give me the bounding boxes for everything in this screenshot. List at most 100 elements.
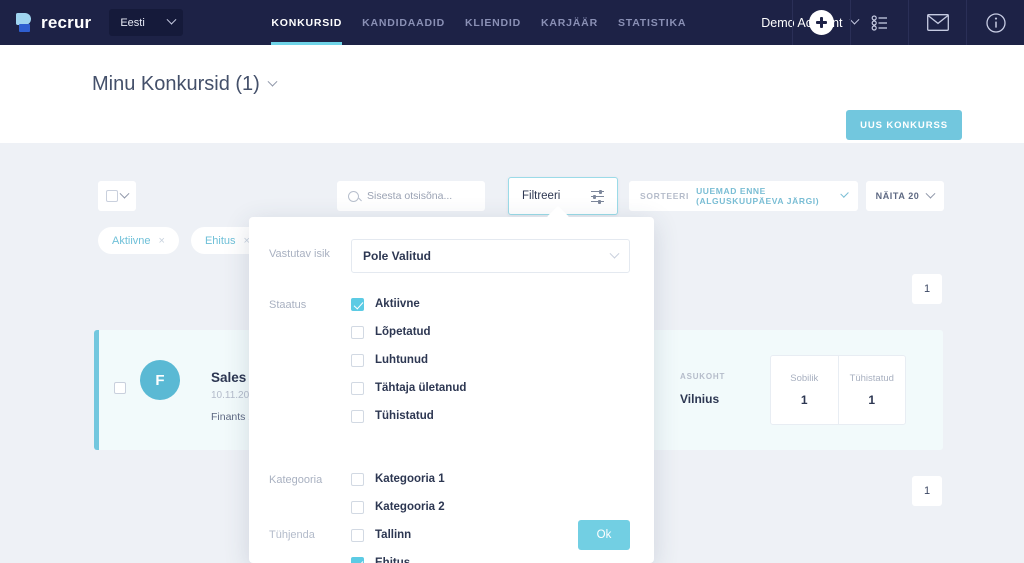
nav-link-karjaar[interactable]: KARJÄÄR (541, 0, 598, 45)
filter-tag-label: Aktiivne (112, 234, 151, 247)
filter-modal: Vastutav isik Pole Valitud Staatus Aktii… (249, 217, 654, 563)
checkbox-icon[interactable] (351, 556, 364, 563)
messages-button[interactable] (908, 0, 966, 45)
sliders-icon (591, 189, 604, 204)
responsible-person-label: Vastutav isik (269, 248, 330, 260)
checkbox-icon[interactable] (351, 353, 364, 367)
stat-label: Tühistatud (849, 373, 894, 384)
checkbox-item-ehitus[interactable]: Ehitus (351, 549, 496, 563)
checkbox-label: Tühistatud (375, 410, 434, 422)
filter-button[interactable]: Filtreeri (508, 177, 618, 215)
checkbox-label: Kategooria 2 (375, 501, 445, 513)
nav-link-konkursid[interactable]: KONKURSID (271, 0, 342, 45)
info-button[interactable] (966, 0, 1024, 45)
stat-value: 1 (868, 393, 876, 407)
new-competition-button[interactable]: UUS KONKURSS (846, 110, 962, 140)
modal-footer: Tühjenda Ok (269, 520, 630, 550)
tasks-button[interactable] (850, 0, 908, 45)
language-selector[interactable]: Eesti (109, 9, 184, 36)
checkbox-item-luhtunud[interactable]: Luhtunud (351, 346, 496, 374)
list-toolbar: Filtreeri SORTEERI UUEMAD ENNE (ALGUSKUU… (0, 177, 1024, 215)
sort-dropdown[interactable]: SORTEERI UUEMAD ENNE (ALGUSKUUPÄEVA JÄRG… (629, 181, 858, 211)
category-label: Kategooria (269, 474, 323, 486)
avatar: F (140, 360, 180, 400)
topnav-icon-group (792, 0, 1024, 45)
stat-value: 1 (800, 393, 808, 407)
stat-label: Sobilik (790, 373, 819, 384)
job-stat-tuhistatud[interactable]: Tühistatud 1 (837, 356, 906, 424)
info-icon (985, 12, 1006, 33)
job-location-label: ASUKOHT (680, 372, 726, 381)
mail-icon (926, 14, 949, 31)
status-label: Staatus (269, 299, 307, 311)
plus-icon (809, 10, 834, 35)
job-stat-sobilik[interactable]: Sobilik 1 (771, 356, 838, 424)
app-root: recrur Eesti KONKURSID KANDIDAADID KLIEN… (0, 0, 1024, 563)
status-row: Staatus Aktiivne Lõpetatud Luhtunud Täht… (269, 290, 630, 430)
nav-link-statistika[interactable]: STATISTIKA (618, 0, 686, 45)
job-row-checkbox[interactable] (114, 382, 126, 394)
chevron-down-icon (840, 188, 849, 198)
remove-icon[interactable]: × (159, 235, 165, 247)
select-all-checkbox[interactable] (105, 190, 118, 202)
checkbox-label: Aktiivne (375, 298, 420, 310)
brand-logo[interactable]: recrur (0, 13, 91, 33)
responsible-person-value: Pole Valitud (363, 249, 432, 263)
checkbox-icon[interactable] (351, 409, 364, 423)
checkbox-icon[interactable] (351, 297, 364, 311)
nav-link-kliendid[interactable]: KLIENDID (465, 0, 521, 45)
search-input[interactable] (367, 190, 467, 202)
page-title: Minu Konkursid (1) (92, 73, 260, 95)
page-header: Minu Konkursid (1) UUS KONKURSS (0, 45, 1024, 143)
add-button[interactable] (792, 0, 850, 45)
filter-tag-aktiivne[interactable]: Aktiivne × (98, 227, 179, 254)
language-selector-value: Eesti (120, 16, 145, 29)
page-title-group[interactable]: Minu Konkursid (1) (92, 73, 278, 96)
main-nav-links: KONKURSID KANDIDAADID KLIENDID KARJÄÄR S… (271, 0, 686, 45)
checkbox-label: Luhtunud (375, 354, 429, 366)
job-location-value: Vilnius (680, 392, 720, 406)
clear-filters-link[interactable]: Tühjenda (269, 529, 315, 541)
checkbox-item-aktiivne[interactable]: Aktiivne (351, 290, 496, 318)
count-chip[interactable]: 1 (912, 274, 942, 304)
recrur-logo-icon (16, 13, 33, 32)
checkbox-item-kategooria-1[interactable]: Kategooria 1 (351, 465, 496, 493)
sort-label: SORTEERI (640, 191, 690, 201)
chevron-down-icon (119, 188, 130, 199)
search-box[interactable] (337, 181, 485, 211)
status-checkbox-grid: Aktiivne Lõpetatud Luhtunud Tähtaja ület… (351, 290, 630, 430)
search-icon (348, 190, 359, 202)
sort-value: UUEMAD ENNE (ALGUSKUUPÄEVA JÄRGI) (696, 186, 820, 206)
checkbox-item-kategooria-2[interactable]: Kategooria 2 (351, 493, 496, 521)
responsible-person-select[interactable]: Pole Valitud (351, 239, 630, 273)
select-all-dropdown[interactable] (98, 181, 136, 211)
brand-name: recrur (41, 12, 92, 32)
chevron-down-icon (609, 248, 620, 259)
tasks-icon (871, 14, 887, 31)
checkbox-icon[interactable] (351, 381, 364, 395)
chevron-down-icon (166, 14, 177, 25)
card-accent-bar (94, 330, 99, 450)
filter-button-label: Filtreeri (522, 190, 561, 202)
checkbox-item-tuhistatud[interactable]: Tühistatud (351, 402, 496, 430)
checkbox-item-tahtaja-uletanud[interactable]: Tähtaja ületanud (351, 374, 496, 402)
top-navigation-bar: recrur Eesti KONKURSID KANDIDAADID KLIEN… (0, 0, 1024, 45)
chevron-down-icon (925, 188, 936, 199)
filter-tag-label: Ehitus (204, 234, 236, 247)
count-chip[interactable]: 1 (912, 476, 942, 506)
checkbox-label: Lõpetatud (375, 326, 431, 338)
page-size-label: NÄITA 20 (875, 191, 920, 201)
checkbox-icon[interactable] (351, 500, 364, 514)
checkbox-label: Ehitus (375, 557, 411, 563)
checkbox-label: Tähtaja ületanud (375, 382, 467, 394)
chevron-down-icon (267, 76, 278, 87)
ok-button[interactable]: Ok (578, 520, 630, 550)
responsible-person-row: Vastutav isik Pole Valitud (269, 239, 630, 273)
checkbox-icon[interactable] (351, 472, 364, 486)
nav-link-kandidaadid[interactable]: KANDIDAADID (362, 0, 445, 45)
job-stats: Sobilik 1 Tühistatud 1 (770, 355, 906, 425)
checkbox-icon[interactable] (351, 325, 364, 339)
page-size-dropdown[interactable]: NÄITA 20 (866, 181, 944, 211)
checkbox-item-lopetatud[interactable]: Lõpetatud (351, 318, 496, 346)
checkbox-label: Kategooria 1 (375, 473, 445, 485)
